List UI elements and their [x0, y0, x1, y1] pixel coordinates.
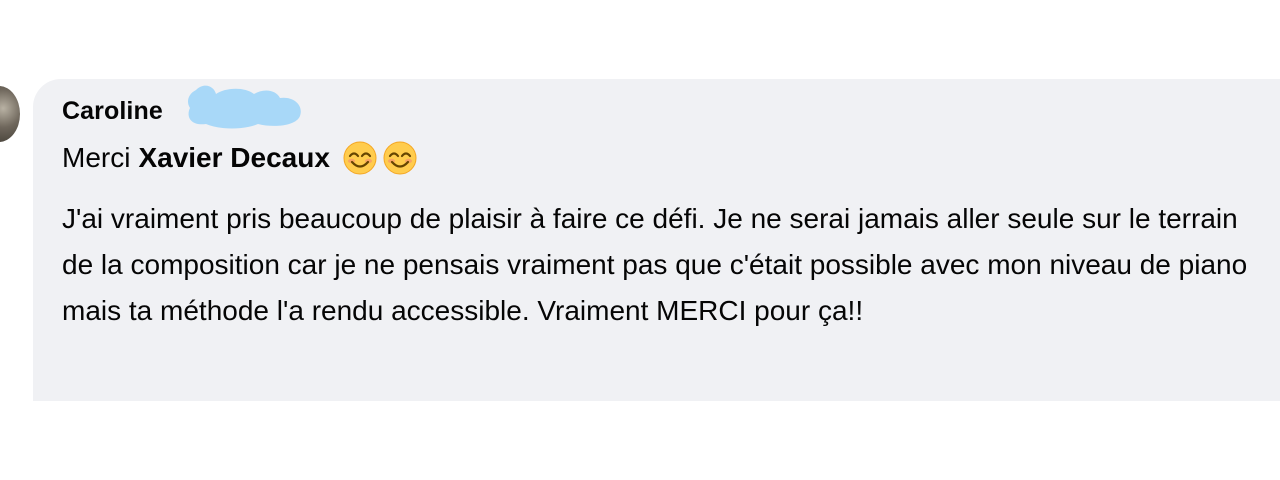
comment-body-text: J'ai vraiment pris beaucoup de plaisir à… — [62, 203, 1248, 326]
comment-mention-line: Merci Xavier Decaux — [62, 140, 418, 176]
redaction-mark — [188, 85, 301, 129]
mentioned-user-link[interactable]: Xavier Decaux — [138, 142, 329, 174]
smiling-face-with-smiling-eyes-icon — [343, 141, 377, 175]
mention-prefix: Merci — [62, 142, 131, 173]
avatar[interactable] — [0, 86, 20, 142]
author-name[interactable]: Caroline — [62, 97, 163, 126]
smiling-face-with-smiling-eyes-icon — [383, 141, 417, 175]
comment-author-row: Caroline — [62, 96, 163, 126]
comment-page: Caroline Merci Xavier Decaux J'ai vraime… — [0, 0, 1280, 480]
